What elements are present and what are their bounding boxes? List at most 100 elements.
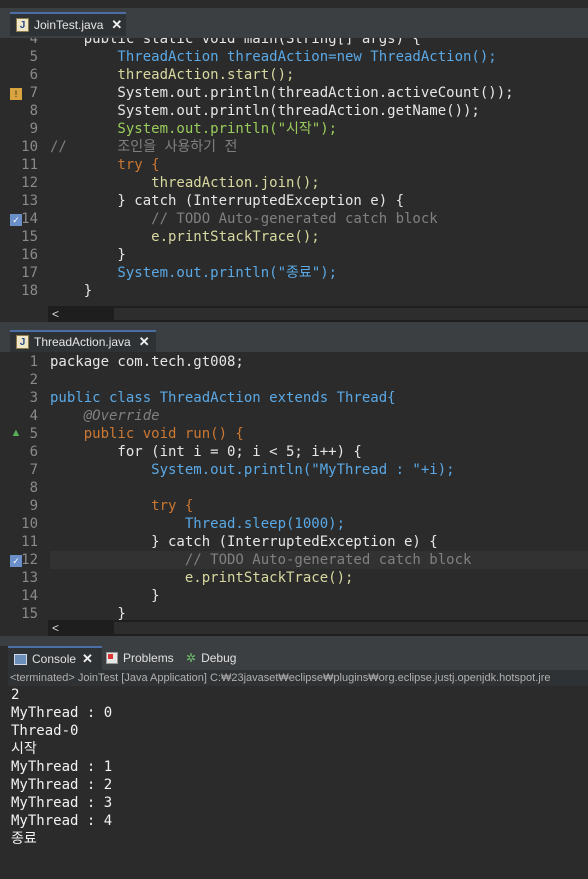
pane-splitter[interactable] [0,636,588,646]
code-line: try { [50,498,194,514]
code-line: try { [50,157,160,173]
line-number: 9 [29,498,38,514]
line-number: 9 [29,121,38,137]
java-file-icon: J [16,335,29,349]
console-line: MyThread : 2 [11,777,113,793]
editor2-code-area[interactable]: 1 2 3 4 5 6 7 8 9 10 11 12 13 14 15 ▲ ✓ … [8,352,588,620]
line-number: 10 [21,516,38,532]
tab-label: JoinTest.java [34,18,104,32]
close-icon[interactable]: ✕ [139,334,150,350]
editor1-horizontal-scrollbar[interactable]: < [48,306,588,322]
line-number: 6 [29,67,38,83]
code-line: ThreadAction threadAction=new ThreadActi… [50,49,497,65]
problems-icon [106,652,118,664]
debug-icon: ✲ [186,651,197,665]
console-line: Thread-0 [11,723,79,739]
console-icon [14,653,27,665]
line-number: 6 [29,444,38,460]
tab-label: Problems [123,651,174,665]
code-line: } [50,247,126,263]
code-line: System.out.println("종료"); [50,265,338,281]
editor1-code-area[interactable]: 4 5 6 7 8 9 10 11 12 13 14 15 16 17 18 !… [8,38,588,306]
code-line: System.out.println(threadAction.getName(… [50,103,480,119]
code-line: } [50,283,93,299]
code-line: public class ThreadAction extends Thread… [50,390,396,406]
line-number: 13 [21,570,38,586]
code-line: e.printStackTrace(); [50,570,354,586]
line-number: 4 [29,408,38,424]
code-line: for (int i = 0; i < 5; i++) { [50,444,362,460]
code-line: System.out.println("MyThread : "+i); [50,462,455,478]
console-output[interactable]: 2 MyThread : 0 Thread-0 시작 MyThread : 1 … [8,686,588,879]
line-number: 11 [21,534,38,550]
code-line: e.printStackTrace(); [50,229,320,245]
tab-threadaction[interactable]: J ThreadAction.java ✕ [10,330,156,352]
console-line: MyThread : 1 [11,759,113,775]
code-line: System.out.println(threadAction.activeCo… [50,85,514,101]
line-number: 4 [29,38,38,47]
line-number: 7 [29,462,38,478]
console-line: 종료 [11,831,37,847]
editor1-gutter: 4 5 6 7 8 9 10 11 12 13 14 15 16 17 18 [8,38,50,306]
line-number: 11 [21,157,38,173]
code-line: threadAction.join(); [50,175,320,191]
line-number: 18 [21,283,38,299]
tab-jointest[interactable]: J JoinTest.java ✕ [10,12,126,36]
line-number: 12 [21,175,38,191]
code-line: // TODO Auto-generated catch block [50,211,438,227]
console-line: 시작 [11,741,37,757]
editor2-horizontal-scrollbar[interactable]: < [48,620,588,636]
line-number: 8 [29,480,38,496]
scroll-track[interactable] [114,622,588,634]
tab-console[interactable]: Console ✕ [8,646,102,670]
code-line: Thread.sleep(1000); [50,516,346,532]
code-line: } [50,606,126,620]
code-line: threadAction.start(); [50,67,295,83]
scroll-track[interactable] [114,308,588,320]
code-line: // TODO Auto-generated catch block [50,552,472,568]
line-number: 17 [21,265,38,281]
override-marker-icon[interactable]: ▲ [10,427,22,439]
console-line: MyThread : 0 [11,705,113,721]
scroll-left-icon[interactable]: < [52,306,59,322]
console-status-line: <terminated> JoinTest [Java Application]… [8,670,588,686]
tab-label: ThreadAction.java [34,335,131,349]
tab-problems[interactable]: Problems [106,646,174,670]
editor2-gutter: 1 2 3 4 5 6 7 8 9 10 11 12 13 14 15 [8,352,50,620]
code-line: } [50,588,160,604]
code-line: // 조인을 사용하기 전 [50,139,238,155]
close-icon[interactable]: ✕ [82,651,93,667]
console-line: 2 [11,687,20,703]
tab-debug[interactable]: ✲ Debug [186,646,236,670]
line-number: 2 [29,372,38,388]
console-line: MyThread : 4 [11,813,113,829]
tab-label: Debug [201,651,237,665]
editor2-tabbar: J ThreadAction.java ✕ [0,328,588,352]
code-line: @Override [50,408,160,424]
console-line: MyThread : 3 [11,795,113,811]
editor1-tabbar: J JoinTest.java ✕ [0,8,588,38]
console-tabbar: Console ✕ Problems ✲ Debug [8,646,588,670]
task-marker-icon[interactable]: ✓ [10,555,22,567]
scroll-left-icon[interactable]: < [52,620,59,636]
warning-marker-icon[interactable]: ! [10,88,22,100]
line-number: 13 [21,193,38,209]
line-number: 15 [21,606,38,620]
line-number: 15 [21,229,38,245]
task-marker-icon[interactable]: ✓ [10,214,22,226]
close-icon[interactable]: ✕ [111,17,122,33]
line-number: 8 [29,103,38,119]
line-number: 3 [29,390,38,406]
code-line: package com.tech.gt008; [50,354,244,370]
line-number: 14 [21,588,38,604]
code-line: public static void main(String[] args) { [50,38,421,47]
line-number: 5 [29,49,38,65]
line-number: 16 [21,247,38,263]
line-number: 10 [21,139,38,155]
code-line: System.out.println("시작"); [50,121,338,137]
java-file-icon: J [16,18,29,32]
code-line: } catch (InterruptedException e) { [50,534,438,550]
tab-label: Console [32,652,77,666]
line-number: 1 [29,354,38,370]
code-line: public void run() { [50,426,244,442]
